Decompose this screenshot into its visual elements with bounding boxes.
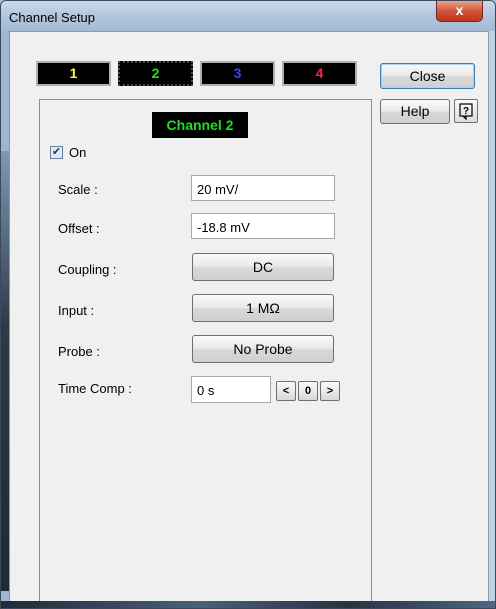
- offset-input[interactable]: -18.8 mV: [191, 213, 335, 239]
- help-button[interactable]: Help: [380, 99, 450, 124]
- close-icon: x: [455, 2, 464, 18]
- tab-channel-2[interactable]: 2: [118, 61, 193, 86]
- input-label: Input :: [58, 303, 95, 318]
- timecomp-reset-button[interactable]: 0: [298, 381, 318, 401]
- help-button-label: Help: [400, 103, 430, 119]
- close-button[interactable]: Close: [380, 63, 475, 89]
- scale-input[interactable]: 20 mV/: [191, 175, 335, 201]
- checkmark-icon: ✔: [51, 146, 62, 158]
- tab-channel-3[interactable]: 3: [200, 61, 275, 86]
- input-button[interactable]: 1 MΩ: [192, 294, 334, 322]
- on-checkbox[interactable]: ✔: [50, 146, 63, 159]
- coupling-value: DC: [252, 259, 274, 275]
- tab-channel-2-label: 2: [151, 65, 160, 81]
- dialog-client-area: 1 2 3 4 Close Help ? Channel 2 ✔ On Scal…: [9, 31, 489, 608]
- scale-label: Scale :: [58, 182, 98, 197]
- window-title: Channel Setup: [9, 10, 96, 25]
- probe-value: No Probe: [233, 341, 293, 357]
- coupling-button[interactable]: DC: [192, 253, 334, 281]
- tab-channel-3-label: 3: [233, 65, 242, 81]
- increment-icon: >: [326, 385, 334, 397]
- offset-label: Offset :: [58, 221, 100, 236]
- background-strip: [1, 151, 9, 591]
- scale-value: 20 mV/: [197, 182, 239, 197]
- channel-settings-panel: Channel 2 ✔ On Scale : 20 mV/ Offset : -…: [39, 99, 372, 608]
- on-label: On: [69, 145, 87, 160]
- window-close-button[interactable]: x: [436, 1, 483, 22]
- offset-value: -18.8 mV: [197, 220, 250, 235]
- timecomp-label: Time Comp :: [58, 381, 132, 396]
- channel-setup-window: Channel Setup x 1 2 3 4 Close Help ? Cha…: [0, 0, 496, 609]
- svg-text:?: ?: [463, 106, 469, 117]
- tab-channel-4[interactable]: 4: [282, 61, 357, 86]
- panel-title: Channel 2: [152, 112, 248, 138]
- context-help-icon: ?: [459, 103, 473, 121]
- timecomp-decrement-button[interactable]: <: [276, 381, 296, 401]
- probe-button[interactable]: No Probe: [192, 335, 334, 363]
- timecomp-increment-button[interactable]: >: [320, 381, 340, 401]
- reset-label: 0: [304, 385, 312, 397]
- tab-channel-4-label: 4: [315, 65, 324, 81]
- input-value: 1 MΩ: [246, 300, 280, 316]
- title-bar[interactable]: Channel Setup x: [1, 1, 495, 31]
- probe-label: Probe :: [58, 344, 100, 359]
- background-strip-bottom: [1, 601, 495, 608]
- timecomp-value: 0 s: [197, 383, 215, 398]
- tab-channel-1[interactable]: 1: [36, 61, 111, 86]
- tab-channel-1-label: 1: [69, 65, 78, 81]
- close-button-label: Close: [409, 68, 446, 84]
- decrement-icon: <: [282, 385, 290, 397]
- context-help-button[interactable]: ?: [454, 99, 478, 123]
- coupling-label: Coupling :: [58, 262, 117, 277]
- timecomp-input[interactable]: 0 s: [191, 376, 271, 403]
